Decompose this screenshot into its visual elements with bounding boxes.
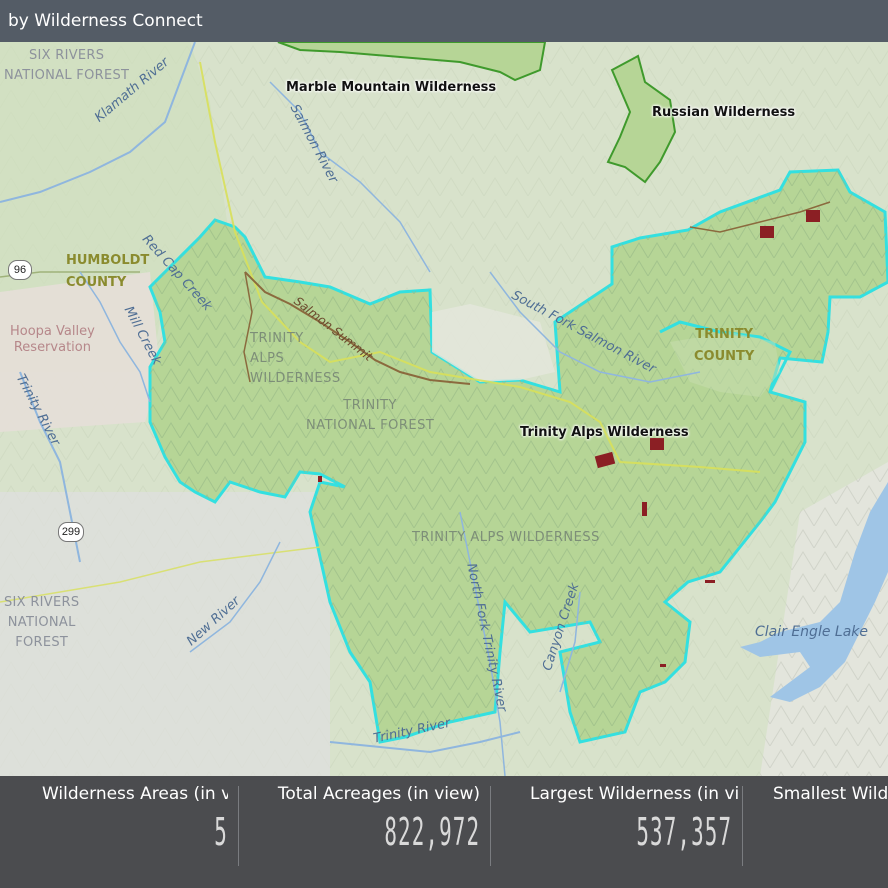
humboldt-county-label: HUMBOLDT COUNTY — [66, 250, 149, 294]
reservation-label-line: Hoopa Valley — [10, 324, 95, 339]
hoopa-valley-reservation-label: Hoopa Valley Reservation — [10, 324, 95, 356]
wilderness-map[interactable]: Marble Mountain Wilderness Russian Wilde… — [0, 42, 888, 776]
stat-label: Largest Wilderness (in view) — [530, 784, 740, 804]
inholding-marker — [642, 502, 647, 516]
reservation-label-line: Reservation — [13, 340, 91, 355]
app-header: by Wilderness Connect — [0, 0, 888, 42]
stat-largest-wilderness: Largest Wilderness (in view) 537,357 — [490, 776, 742, 888]
six-rivers-nf-label-top: SIX RIVERS NATIONAL FOREST — [4, 46, 129, 86]
stat-label: Wilderness Areas (in view) — [42, 784, 228, 804]
inholding-marker — [760, 226, 774, 238]
stat-value: 537,357 — [636, 810, 732, 854]
stat-total-acreages: Total Acreages (in view) 822,972 — [238, 776, 490, 888]
trinity-nf-label: TRINITY NATIONAL FOREST — [306, 396, 434, 436]
county-label-line: HUMBOLDT — [66, 253, 150, 268]
county-label-line: COUNTY — [66, 275, 127, 290]
county-label-line: COUNTY — [694, 349, 755, 364]
stat-label: Smallest Wilderness (in view) — [773, 784, 888, 804]
six-rivers-nf-label-bottom: SIX RIVERS NATIONAL FOREST — [4, 593, 79, 653]
forest-label-line: NATIONAL FOREST — [306, 418, 435, 433]
stat-value: 822,972 — [384, 810, 480, 854]
marble-mountain-wilderness-label[interactable]: Marble Mountain Wilderness — [286, 80, 496, 95]
stats-bar: Wilderness Areas (in view) 5 Total Acrea… — [0, 776, 888, 888]
county-label-line: TRINITY — [695, 327, 754, 342]
trinity-alps-wilderness-lower-label: TRINITY ALPS WILDERNESS — [412, 530, 600, 545]
map-basemap — [0, 42, 888, 776]
stat-smallest-wilderness: Smallest Wilderness (in view) — [742, 776, 888, 888]
inholding-marker — [705, 580, 715, 583]
stat-value: 5 — [214, 810, 228, 854]
inholding-marker — [660, 664, 666, 667]
forest-label-line: TRINITY — [343, 398, 397, 413]
forest-label-line: WILDERNESS — [250, 371, 341, 386]
forest-label-line: ALPS — [250, 351, 285, 366]
highway-96-shield: 96 — [8, 260, 32, 280]
inholding-marker — [318, 476, 322, 482]
inholding-marker — [806, 210, 820, 222]
russian-wilderness-label[interactable]: Russian Wilderness — [652, 105, 795, 120]
forest-label-line: FOREST — [15, 635, 69, 650]
clair-engle-lake-label: Clair Engle Lake — [755, 624, 868, 640]
stat-wilderness-areas: Wilderness Areas (in view) 5 — [0, 776, 238, 888]
trinity-alps-wilderness-map-label: TRINITY ALPS WILDERNESS — [250, 329, 341, 389]
forest-label-line: SIX RIVERS — [28, 48, 105, 63]
forest-label-line: NATIONAL — [7, 615, 76, 630]
stat-label: Total Acreages (in view) — [277, 784, 480, 804]
highway-299-shield: 299 — [58, 522, 84, 542]
header-title: by Wilderness Connect — [8, 11, 203, 31]
forest-label-line: NATIONAL FOREST — [4, 68, 130, 83]
trinity-county-label: TRINITY COUNTY — [694, 324, 754, 368]
trinity-alps-wilderness-label[interactable]: Trinity Alps Wilderness — [520, 425, 689, 440]
forest-label-line: SIX RIVERS — [4, 595, 80, 610]
